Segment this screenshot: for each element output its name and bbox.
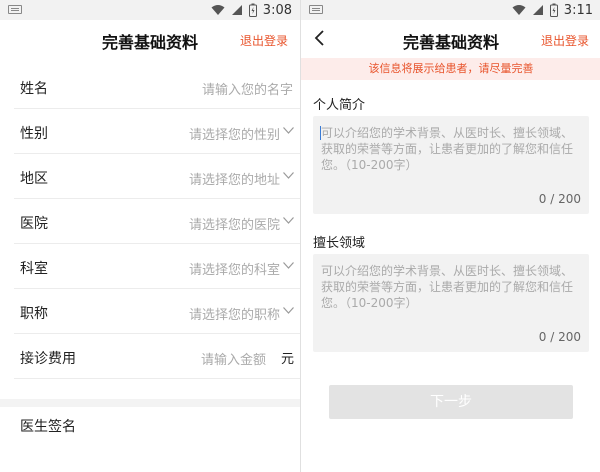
chevron-down-icon xyxy=(283,307,294,314)
title-bar: 完善基础资料 退出登录 xyxy=(301,20,600,58)
signal-icon xyxy=(231,5,242,15)
field-name[interactable]: 姓名 请输入您的名字 xyxy=(14,64,300,109)
title-select[interactable]: 请选择您的职称 xyxy=(189,304,280,323)
fee-unit: 元 xyxy=(280,352,294,367)
title-bar: 完善基础资料 退出登录 xyxy=(0,20,300,58)
field-department[interactable]: 科室 请选择您的科室 xyxy=(14,244,300,289)
region-select[interactable]: 请选择您的地址 xyxy=(189,169,280,188)
department-select[interactable]: 请选择您的科室 xyxy=(189,259,280,278)
specialty-placeholder: 可以介绍您的学术背景、从医时长、擅长领域、获取的荣誉等方面，让患者更加的了解您和… xyxy=(321,264,574,310)
field-hospital[interactable]: 医院 请选择您的医院 xyxy=(14,199,300,244)
field-label: 姓名 xyxy=(20,81,48,97)
chevron-down-icon xyxy=(283,172,294,179)
field-region[interactable]: 地区 请选择您的地址 xyxy=(14,154,300,199)
hospital-select[interactable]: 请选择您的医院 xyxy=(189,214,280,233)
signal-icon xyxy=(532,5,543,15)
chevron-down-icon xyxy=(283,262,294,269)
keyboard-icon xyxy=(309,5,323,14)
wifi-icon xyxy=(211,5,225,15)
keyboard-icon xyxy=(8,5,22,14)
next-button[interactable]: 下一步 xyxy=(329,385,573,419)
field-fee[interactable]: 接诊费用 请输入金额 元 xyxy=(14,334,300,379)
profile-intro-screen: 3:11 完善基础资料 退出登录 该信息将展示给患者，请尽量完善 个人简介 可以… xyxy=(300,0,600,472)
field-label: 科室 xyxy=(20,261,48,277)
basic-info-form: 姓名 请输入您的名字 性别 请选择您的性别 地区 请选择您的地址 医院 请选择您… xyxy=(0,64,300,379)
battery-icon xyxy=(248,3,257,17)
specialty-char-count: 0 / 200 xyxy=(538,330,581,344)
intro-label: 个人简介 xyxy=(313,98,366,113)
fee-input[interactable]: 请输入金额 xyxy=(201,349,266,368)
specialty-label: 擅长领域 xyxy=(313,236,366,251)
status-bar: 3:11 xyxy=(301,0,600,20)
intro-placeholder: 可以介绍您的学术背景、从医时长、擅长领域、获取的荣誉等方面，让患者更加的了解您和… xyxy=(321,126,574,172)
name-input[interactable]: 请输入您的名字 xyxy=(202,79,293,98)
battery-icon xyxy=(549,3,558,17)
field-title[interactable]: 职称 请选择您的职称 xyxy=(14,289,300,334)
status-time: 3:11 xyxy=(563,2,593,18)
status-time: 3:08 xyxy=(262,2,292,18)
field-label: 接诊费用 xyxy=(20,351,76,367)
wifi-icon xyxy=(512,5,526,15)
section-divider xyxy=(0,399,300,407)
basic-info-screen: 3:08 完善基础资料 退出登录 姓名 请输入您的名字 性别 请选择您的性别 地… xyxy=(0,0,300,472)
intro-textarea[interactable]: 可以介绍您的学术背景、从医时长、擅长领域、获取的荣誉等方面，让患者更加的了解您和… xyxy=(313,116,589,214)
logout-button[interactable]: 退出登录 xyxy=(541,32,589,49)
logout-button[interactable]: 退出登录 xyxy=(240,32,288,49)
field-label: 地区 xyxy=(20,171,48,187)
field-label: 性别 xyxy=(20,126,48,142)
field-gender[interactable]: 性别 请选择您的性别 xyxy=(14,109,300,154)
field-label: 医院 xyxy=(20,216,48,232)
notice-banner: 该信息将展示给患者，请尽量完善 xyxy=(301,58,600,80)
specialty-textarea[interactable]: 可以介绍您的学术背景、从医时长、擅长领域、获取的荣誉等方面，让患者更加的了解您和… xyxy=(313,254,589,352)
field-label: 职称 xyxy=(20,306,48,322)
chevron-down-icon xyxy=(283,217,294,224)
gender-select[interactable]: 请选择您的性别 xyxy=(189,124,280,143)
intro-char-count: 0 / 200 xyxy=(538,192,581,206)
status-bar: 3:08 xyxy=(0,0,300,20)
chevron-down-icon xyxy=(283,127,294,134)
signature-label: 医生签名 xyxy=(20,419,76,435)
